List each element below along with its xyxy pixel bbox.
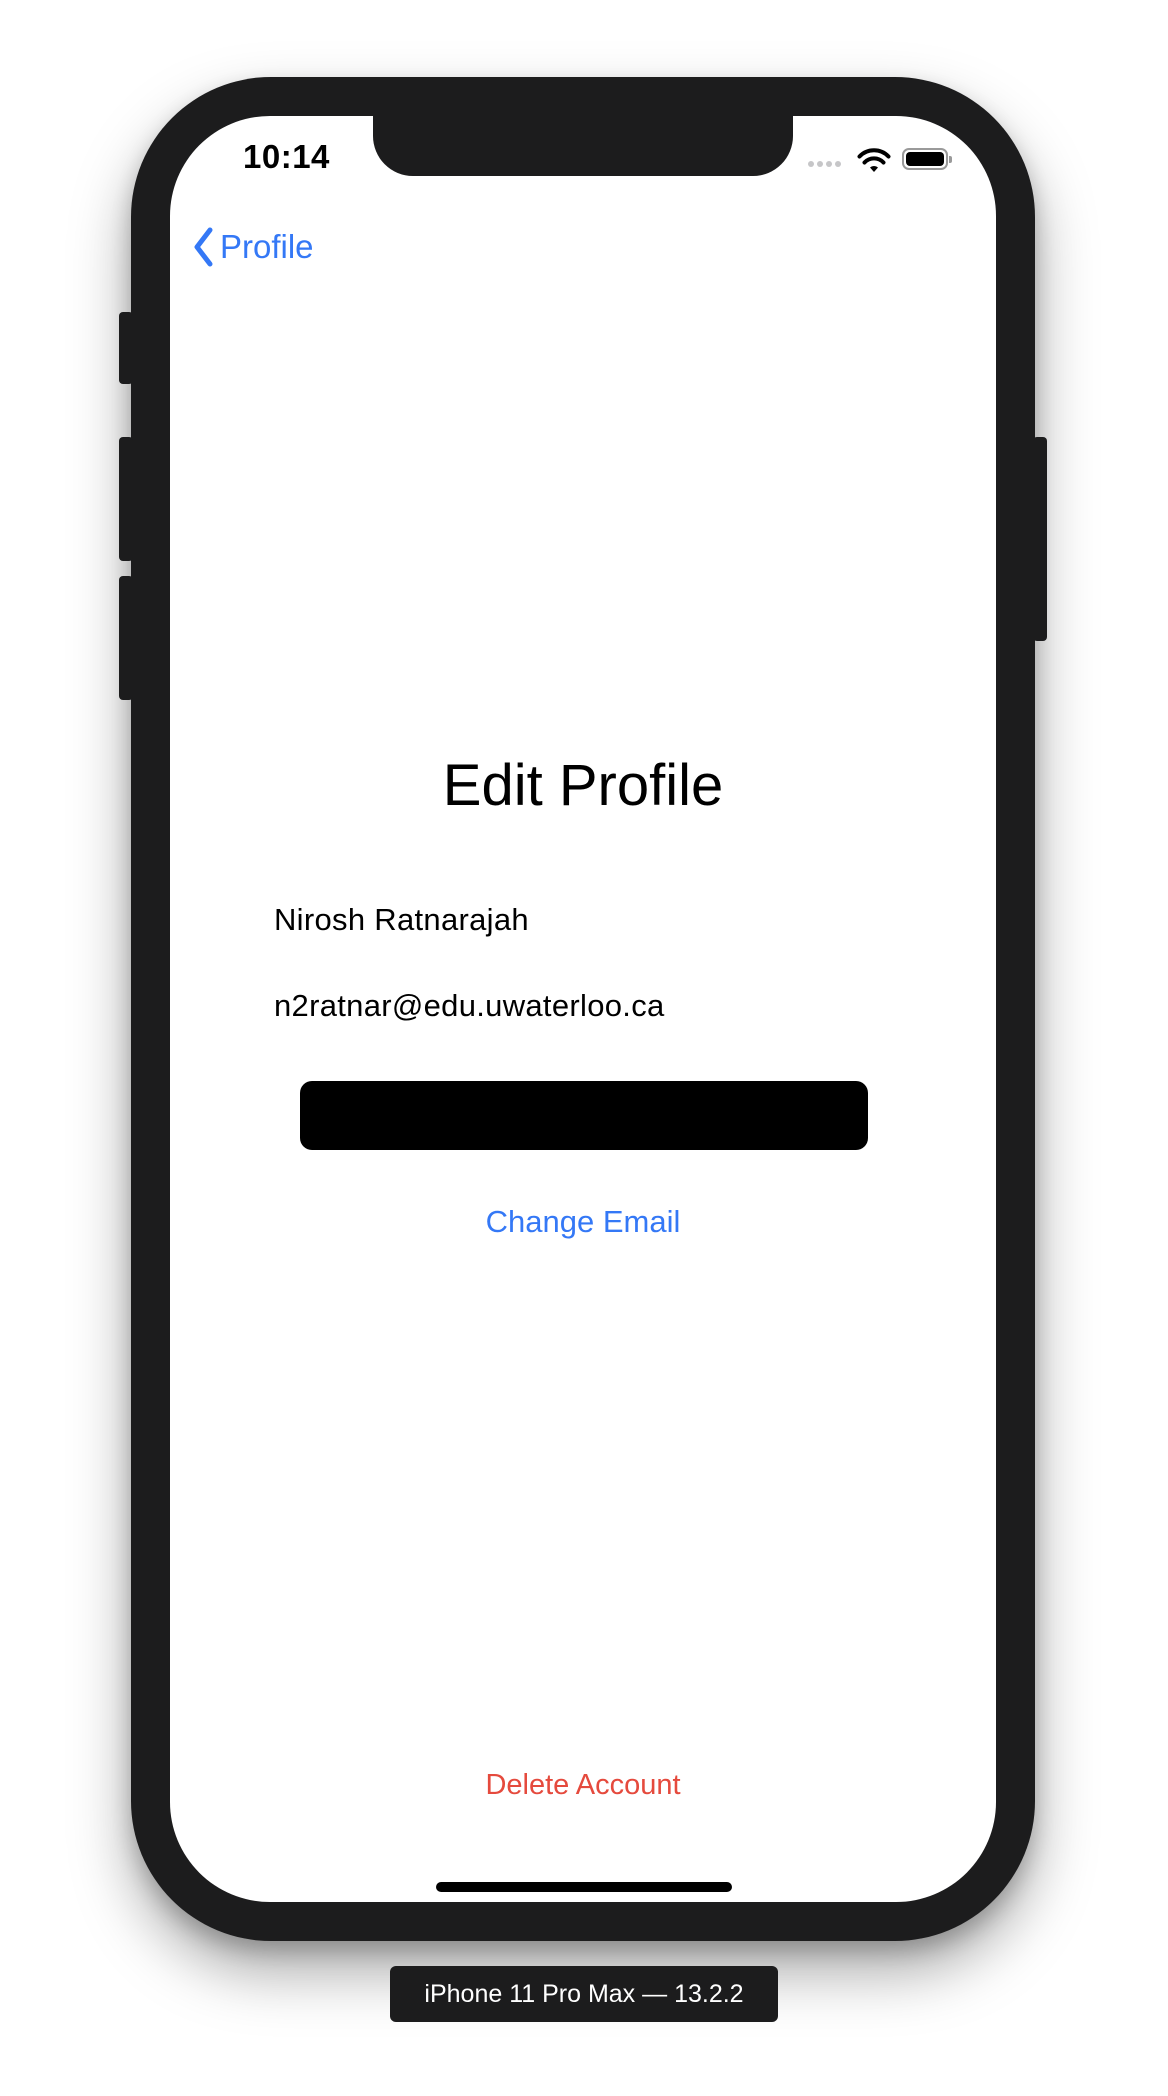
back-button-label: Profile <box>220 228 314 265</box>
volume-down-button <box>119 576 133 700</box>
phone-screen: 10:14 Profile Edit Profile Nirosh Ratnar… <box>170 116 996 1902</box>
device-label: iPhone 11 Pro Max — 13.2.2 <box>390 1966 778 2022</box>
back-button[interactable]: Profile <box>192 222 314 272</box>
wifi-icon <box>857 148 891 172</box>
cellular-signal-icon <box>808 161 841 167</box>
home-indicator[interactable] <box>436 1882 732 1892</box>
notch <box>373 116 793 176</box>
chevron-left-icon <box>194 227 213 267</box>
mute-switch <box>119 312 133 384</box>
page-title: Edit Profile <box>442 753 724 818</box>
change-email-button[interactable]: Change Email <box>170 1204 996 1240</box>
power-button <box>1033 437 1047 641</box>
delete-account-button[interactable]: Delete Account <box>170 1769 996 1802</box>
name-field[interactable]: Nirosh Ratnarajah <box>274 902 894 938</box>
redacted-field <box>300 1081 868 1150</box>
simulator-stage: 10:14 Profile Edit Profile Nirosh Ratnar… <box>0 0 1168 2096</box>
battery-icon <box>902 148 952 170</box>
email-field[interactable]: n2ratnar@edu.uwaterloo.ca <box>274 988 894 1024</box>
volume-up-button <box>119 437 133 561</box>
status-time: 10:14 <box>243 138 330 175</box>
